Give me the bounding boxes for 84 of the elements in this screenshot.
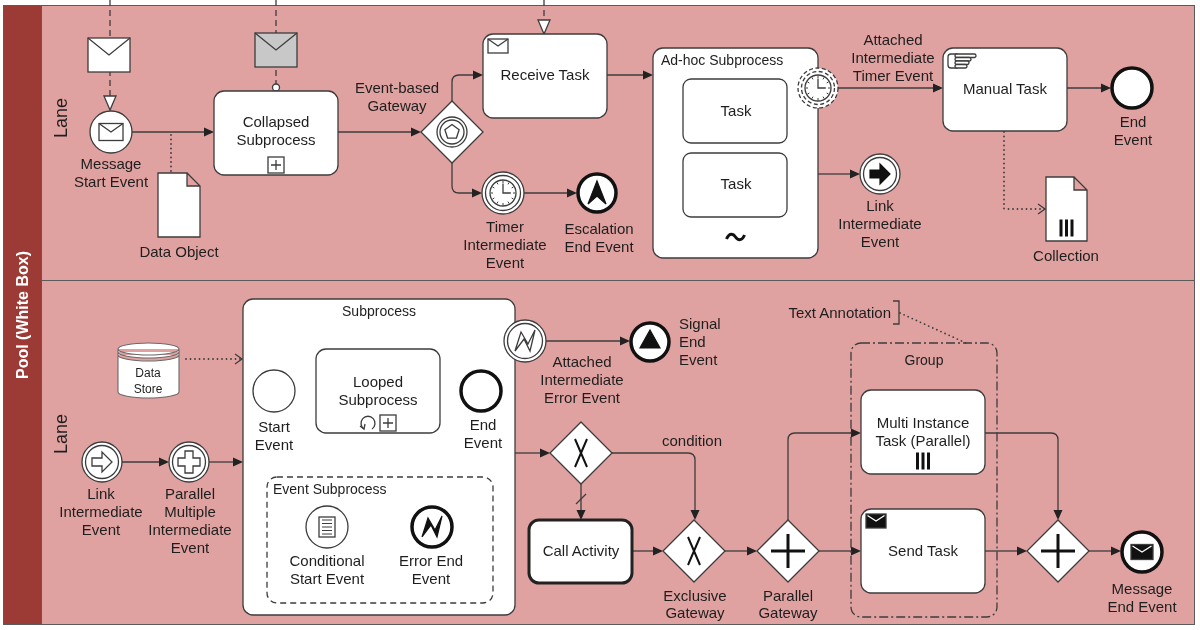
sequence-flow-arrow	[121, 457, 169, 467]
event-label: End Event	[463, 416, 503, 451]
subprocess-label: Ad-hoc Subprocess	[661, 52, 784, 68]
task-label: Manual Task	[963, 80, 1047, 97]
subprocess-label: Collapsed Subprocess	[236, 113, 316, 148]
gateway-label: Exclusive Gateway	[663, 587, 727, 621]
tilde-icon	[725, 232, 746, 242]
gateway-label: Parallel Gateway	[758, 587, 818, 621]
task-label: Multi Instance Task (Parallel)	[875, 414, 971, 449]
envelope-icon	[865, 513, 887, 529]
event-label: Message Start Event	[73, 155, 149, 190]
event-label: Conditional Start Event	[289, 552, 365, 587]
task-label: Task	[720, 102, 752, 119]
parallel-gateway-diamond	[1026, 519, 1090, 583]
envelope-icon	[487, 38, 509, 54]
lined-sheet-icon	[318, 516, 336, 538]
data-object-label: Data Object	[139, 243, 219, 260]
data-store-label: Data Store	[133, 366, 163, 396]
sequence-flow-arrow	[818, 546, 861, 556]
subprocess-label: Event Subprocess	[273, 481, 387, 497]
data-object-label: Collection	[1033, 247, 1099, 264]
lane-label: Lane	[51, 98, 71, 138]
sequence-flow-arrow	[817, 169, 860, 179]
sequence-flow-arrow	[984, 546, 1027, 556]
sequence-flow-arrow	[208, 457, 243, 467]
pool-label: Pool (White Box)	[13, 251, 32, 379]
message-flow-arrow	[537, 0, 551, 36]
event-label: Escalation End Event	[564, 220, 634, 255]
pentagon-icon	[436, 116, 468, 148]
x-icon	[574, 438, 588, 468]
plus-box-icon	[267, 156, 285, 174]
data-store-cylinder	[117, 342, 180, 399]
sequence-flow-arrow	[606, 70, 653, 80]
flow-label: condition	[662, 432, 722, 449]
default-flow-arrow	[575, 483, 587, 520]
event-label: Link Intermediate Event	[59, 485, 143, 538]
sequence-flow-arrow	[451, 162, 482, 198]
plus-box-icon	[379, 414, 397, 432]
task-label: Task	[720, 175, 752, 192]
event-label: Error End Event	[398, 552, 464, 587]
lane-label: Lane	[51, 414, 71, 454]
subprocess-label: Subprocess	[342, 303, 416, 319]
triangle-icon	[639, 328, 661, 349]
parallel-gateway-diamond	[756, 519, 820, 583]
clock-icon	[489, 179, 517, 207]
annotation-bracket	[892, 300, 900, 325]
plus-icon	[769, 532, 807, 570]
lightning-icon	[421, 515, 443, 539]
end-event-circle	[1110, 66, 1154, 110]
annotation-text: Text Annotation	[788, 304, 891, 321]
event-label: Parallel Multiple Intermediate Event	[148, 485, 232, 556]
event-label: Start Event	[254, 418, 294, 453]
sequence-flow-arrow	[631, 546, 663, 556]
lightning-icon	[514, 329, 536, 353]
event-label: Attached Intermediate Timer Event	[851, 31, 935, 84]
event-label: Timer Intermediate Event	[463, 218, 547, 271]
arrowhead-icon	[587, 179, 607, 205]
gateway-label: Event-based Gateway	[354, 79, 440, 114]
sequence-flow-arrow	[1066, 83, 1111, 93]
envelope-icon	[1130, 543, 1154, 561]
event-label: End Event	[1113, 113, 1153, 148]
task-label: Call Activity	[542, 542, 620, 559]
hand-icon	[947, 53, 977, 69]
exclusive-gateway-diamond	[662, 519, 726, 583]
plus-icon	[1039, 532, 1077, 570]
sequence-flow-arrow	[1088, 546, 1121, 556]
subprocess-label: Looped Subprocess	[338, 373, 418, 408]
envelope-icon	[98, 122, 124, 142]
exclusive-gateway-diamond	[549, 421, 613, 485]
sequence-flow-arrow	[451, 70, 483, 102]
group-label: Group	[904, 352, 944, 368]
x-icon	[687, 536, 701, 566]
clock-icon	[804, 74, 832, 102]
data-object-document	[1045, 176, 1088, 242]
start-event-circle	[252, 369, 296, 413]
task-label: Send Task	[888, 542, 958, 559]
event-label: Signal End Event	[679, 315, 721, 368]
event-label: Message End Event	[1107, 580, 1177, 615]
event-label: Link Intermediate Event	[838, 197, 922, 250]
sequence-flow-arrow	[724, 546, 757, 556]
task-label: Receive Task	[500, 66, 590, 83]
sequence-flow-arrow	[523, 188, 577, 198]
event-label: Attached Intermediate Error Event	[540, 353, 624, 406]
sequence-flow-arrow	[514, 448, 550, 458]
